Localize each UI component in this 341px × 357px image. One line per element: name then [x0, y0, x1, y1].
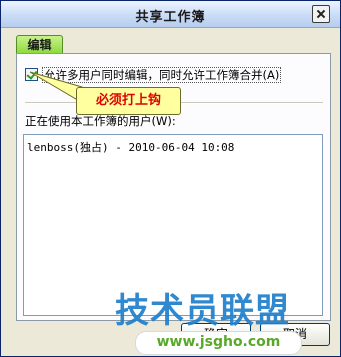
ok-button[interactable]: 确定 — [181, 323, 251, 346]
dialog-title: 共享工作簿 — [135, 10, 206, 25]
users-list[interactable]: lenboss(独占) - 2010-06-04 10:08 — [23, 134, 323, 316]
close-icon[interactable] — [312, 5, 330, 23]
share-workbook-dialog: 共享工作簿 编辑 允许多用户同时编辑，同时允许工作簿合并(A) 正在使用本工作簿… — [0, 0, 341, 357]
title-bar[interactable]: 共享工作簿 — [1, 1, 340, 28]
allow-multi-user-shortcut: (A) — [262, 68, 280, 82]
list-item[interactable]: lenboss(独占) - 2010-06-04 10:08 — [27, 139, 234, 155]
users-list-label: 正在使用本工作簿的用户(W): — [25, 114, 176, 128]
annotation-callout: 必须打上钩 — [76, 87, 181, 115]
cancel-button[interactable]: 取消 — [260, 323, 330, 346]
tab-editing[interactable]: 编辑 — [16, 35, 63, 54]
